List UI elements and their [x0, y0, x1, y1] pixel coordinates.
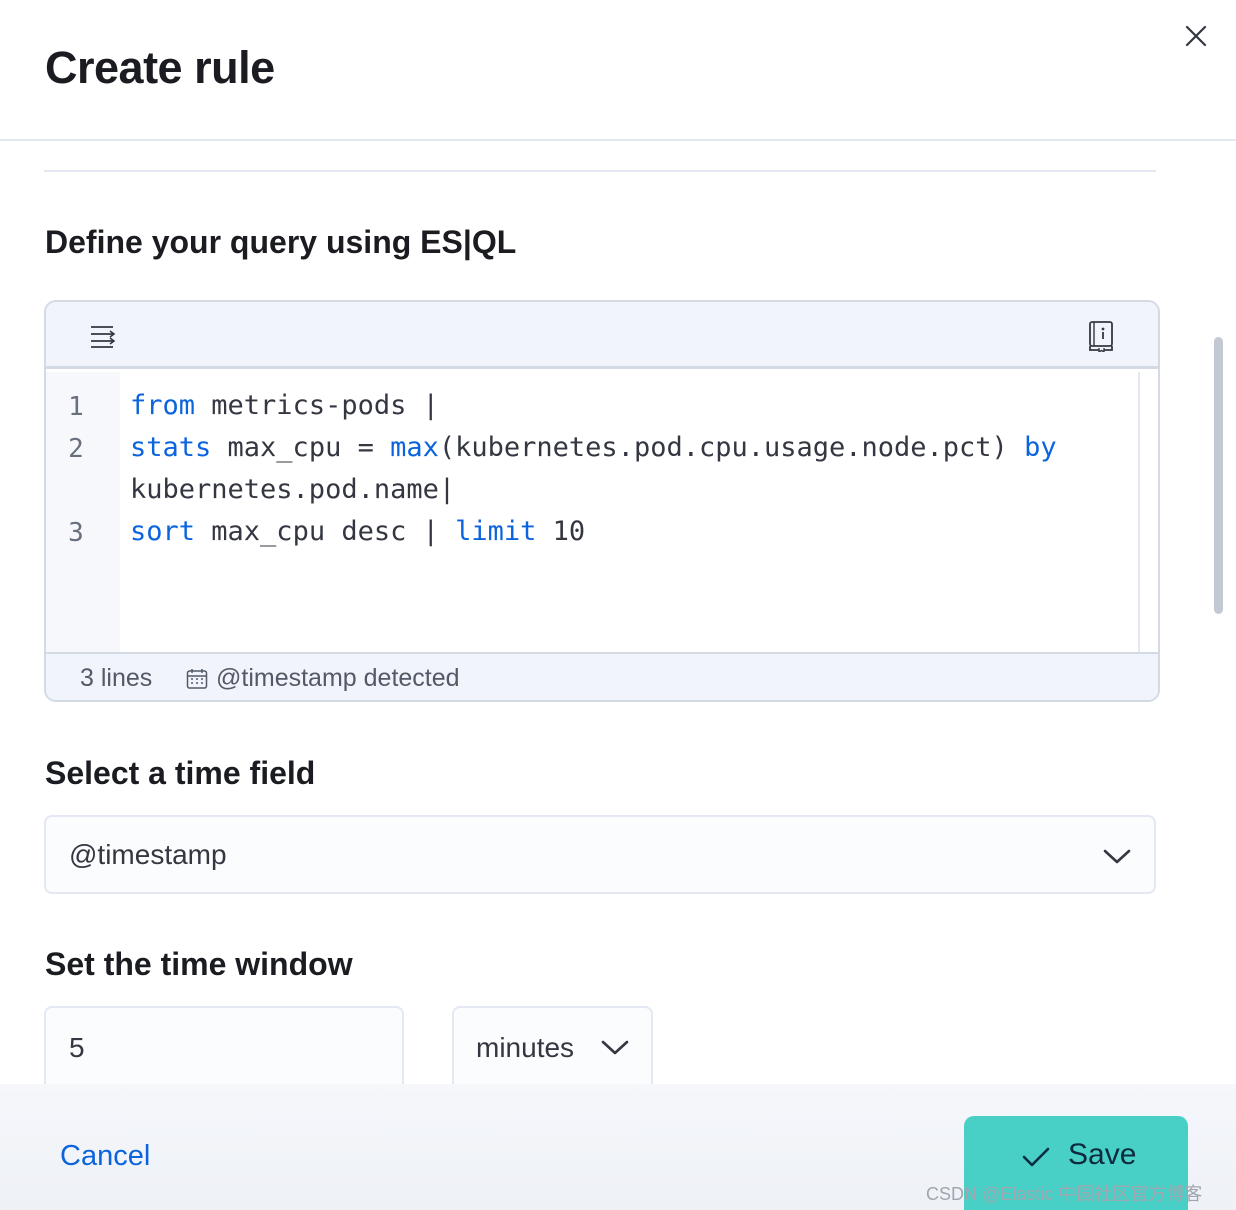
editor-scrollbar[interactable]	[1138, 372, 1158, 652]
line-number: 2	[68, 434, 84, 464]
code-token: 10	[536, 516, 586, 547]
chevron-down-icon	[1103, 849, 1131, 864]
cancel-button[interactable]: Cancel	[60, 1140, 150, 1173]
editor-footer: 3 lines @timestamp detected	[46, 652, 1158, 700]
code-line[interactable]: from metrics-pods |	[130, 390, 439, 421]
line-number: 3	[68, 518, 84, 548]
time-window-value: 5	[69, 1032, 85, 1063]
watermark: CSDN @Elastic 中国社区官方博客	[926, 1184, 1203, 1204]
code-token: max	[390, 432, 439, 463]
documentation-icon	[1089, 321, 1113, 352]
esql-editor[interactable]: 1 2 3 from metrics-pods | stats max_cpu …	[44, 300, 1160, 702]
code-token: max_cpu =	[211, 432, 391, 463]
time-window-section-title: Set the time window	[45, 946, 353, 982]
section-divider	[44, 170, 1156, 172]
code-token: stats	[130, 432, 212, 463]
code-line[interactable]: kubernetes.pod.name|	[130, 474, 455, 505]
page-scrollbar[interactable]	[1214, 337, 1223, 614]
save-label: Save	[1068, 1138, 1137, 1171]
code-token: max_cpu desc |	[195, 516, 456, 547]
timestamp-status: @timestamp detected	[216, 664, 460, 692]
code-line[interactable]: sort max_cpu desc | limit 10	[130, 516, 585, 547]
documentation-button[interactable]	[1084, 319, 1118, 353]
time-field-select[interactable]: @timestamp	[44, 815, 1156, 894]
editor-toolbar	[46, 302, 1158, 369]
close-button[interactable]	[1180, 20, 1212, 52]
code-token: limit	[455, 516, 537, 547]
close-icon	[1185, 25, 1207, 47]
time-unit-value: minutes	[476, 1032, 575, 1063]
code-line[interactable]: stats max_cpu = max(kubernetes.pod.cpu.u…	[130, 432, 1057, 463]
code-token: metrics-pods |	[195, 390, 439, 421]
code-token: (kubernetes.pod.cpu.usage.node.pct)	[438, 432, 1025, 463]
query-section-title: Define your query using ES|QL	[45, 224, 517, 260]
code-token: by	[1024, 432, 1057, 463]
code-token: from	[130, 390, 196, 421]
calendar-icon	[186, 669, 208, 689]
format-lines-button[interactable]	[86, 319, 120, 353]
line-number: 1	[68, 392, 84, 422]
page-title: Create rule	[45, 42, 275, 93]
check-icon	[1022, 1147, 1050, 1167]
chevron-down-icon	[601, 1040, 629, 1055]
line-number-gutter: 1 2 3	[46, 372, 120, 652]
lines-count: 3 lines	[80, 664, 153, 692]
code-token: sort	[130, 516, 196, 547]
time-field-section-title: Select a time field	[45, 755, 316, 791]
format-lines-icon	[91, 326, 116, 348]
time-field-value: @timestamp	[69, 839, 227, 870]
flyout-header: Create rule	[0, 0, 1236, 141]
code-token: kubernetes.pod.name|	[130, 474, 456, 505]
